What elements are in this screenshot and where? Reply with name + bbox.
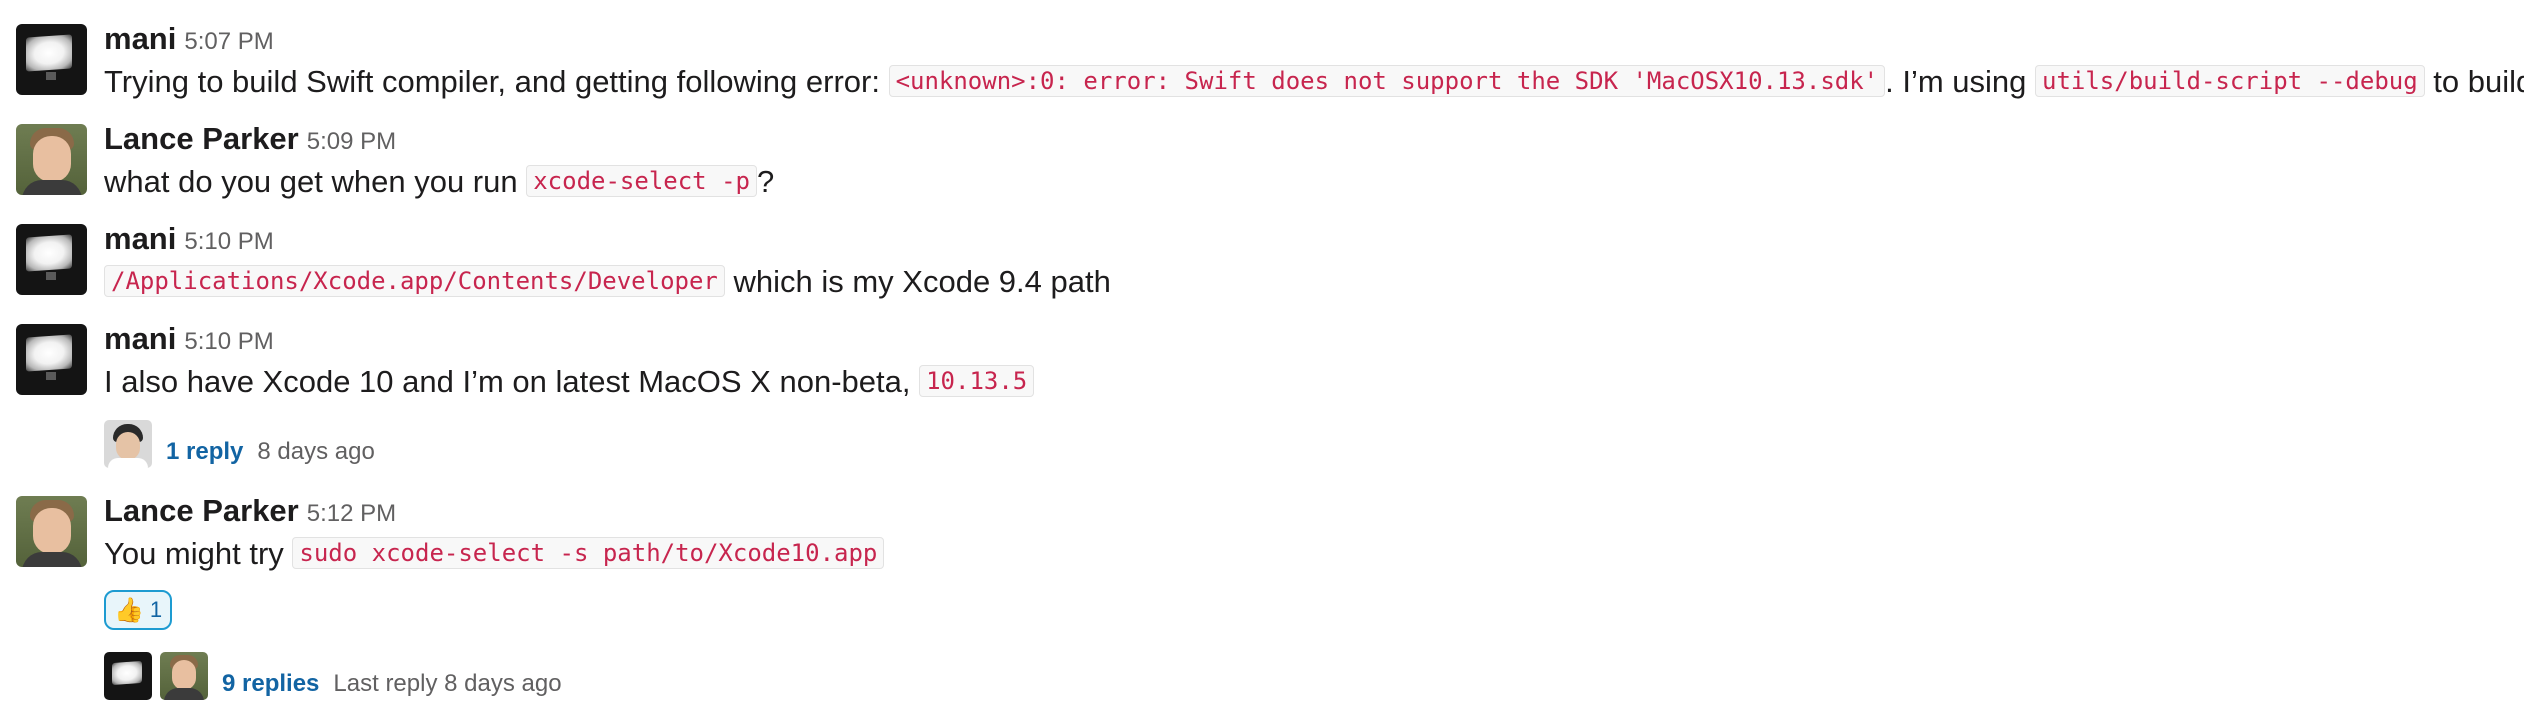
message-item: Lance Parker 5:09 PM what do you get when… <box>16 121 2524 204</box>
message-text-segment: which is my Xcode 9.4 path <box>724 264 1111 299</box>
message-text-segment: to build. <box>2433 64 2524 99</box>
inline-code: /Applications/Xcode.app/Contents/Develop… <box>104 265 725 297</box>
inline-code: utils/build-script --debug <box>2035 65 2425 97</box>
message-text-segment: I also have Xcode 10 and I’m on latest M… <box>104 364 920 399</box>
message-item: mani 5:10 PM I also have Xcode 10 and I’m… <box>16 321 2524 474</box>
message-timestamp[interactable]: 5:10 PM <box>184 228 273 255</box>
thread-last-reply: Last reply 8 days ago <box>333 670 562 697</box>
message-text: what do you get when you run xcode-selec… <box>104 164 774 200</box>
avatar-mani-icon[interactable] <box>16 24 87 95</box>
message-text: Trying to build Swift compiler, and gett… <box>104 64 2524 100</box>
thread-last-reply: 8 days ago <box>257 438 375 465</box>
message-timestamp[interactable]: 5:10 PM <box>184 328 273 355</box>
thread-replies-link[interactable]: 1 reply <box>166 438 243 465</box>
message-timestamp[interactable]: 5:09 PM <box>307 128 396 155</box>
message-item: Lance Parker 5:12 PM You might try sudo x… <box>16 493 2524 706</box>
reaction-count: 1 <box>149 597 163 622</box>
reaction-pill[interactable]: 👍 1 <box>104 590 173 630</box>
message-text-segment: You might try <box>104 536 293 571</box>
participant-avatar-icon <box>104 420 152 468</box>
author-name[interactable]: mani <box>104 21 176 56</box>
message-timestamp[interactable]: 5:12 PM <box>307 500 396 527</box>
message-text-segment: what do you get when you run <box>104 164 527 199</box>
avatar-mani-icon[interactable] <box>16 324 87 395</box>
inline-code: sudo xcode-select -s path/to/Xcode10.app <box>292 537 885 569</box>
message-text-segment: ? <box>756 164 775 199</box>
thumbs-up-icon: 👍 <box>114 596 144 624</box>
author-name[interactable]: Lance Parker <box>104 121 299 156</box>
inline-code: xcode-select -p <box>526 165 757 197</box>
message-text-segment: . I’m using <box>1885 64 2035 99</box>
participant-avatar-icon <box>160 652 208 700</box>
message-timestamp[interactable]: 5:07 PM <box>184 28 273 55</box>
inline-code: 10.13.5 <box>919 365 1035 397</box>
author-name[interactable]: Lance Parker <box>104 493 299 528</box>
avatar-lance-icon[interactable] <box>16 496 87 567</box>
avatar-lance-icon[interactable] <box>16 124 87 195</box>
message-item: mani 5:07 PM Trying to build Swift compil… <box>16 21 2524 104</box>
message-item: mani 5:10 PM /Applications/Xcode.app/Cont… <box>16 221 2524 304</box>
author-name[interactable]: mani <box>104 221 176 256</box>
participant-avatar-icon <box>104 652 152 700</box>
thread-replies-link[interactable]: 9 replies <box>222 670 319 697</box>
message-text-segment: Trying to build Swift compiler, and gett… <box>104 64 889 99</box>
message-text: You might try sudo xcode-select -s path/… <box>104 536 885 572</box>
author-name[interactable]: mani <box>104 321 176 356</box>
message-text: /Applications/Xcode.app/Contents/Develop… <box>104 264 1111 300</box>
avatar-mani-icon[interactable] <box>16 224 87 295</box>
message-text: I also have Xcode 10 and I’m on latest M… <box>104 364 1035 400</box>
inline-code: <unknown>:0: error: Swift does not suppo… <box>888 65 1886 97</box>
